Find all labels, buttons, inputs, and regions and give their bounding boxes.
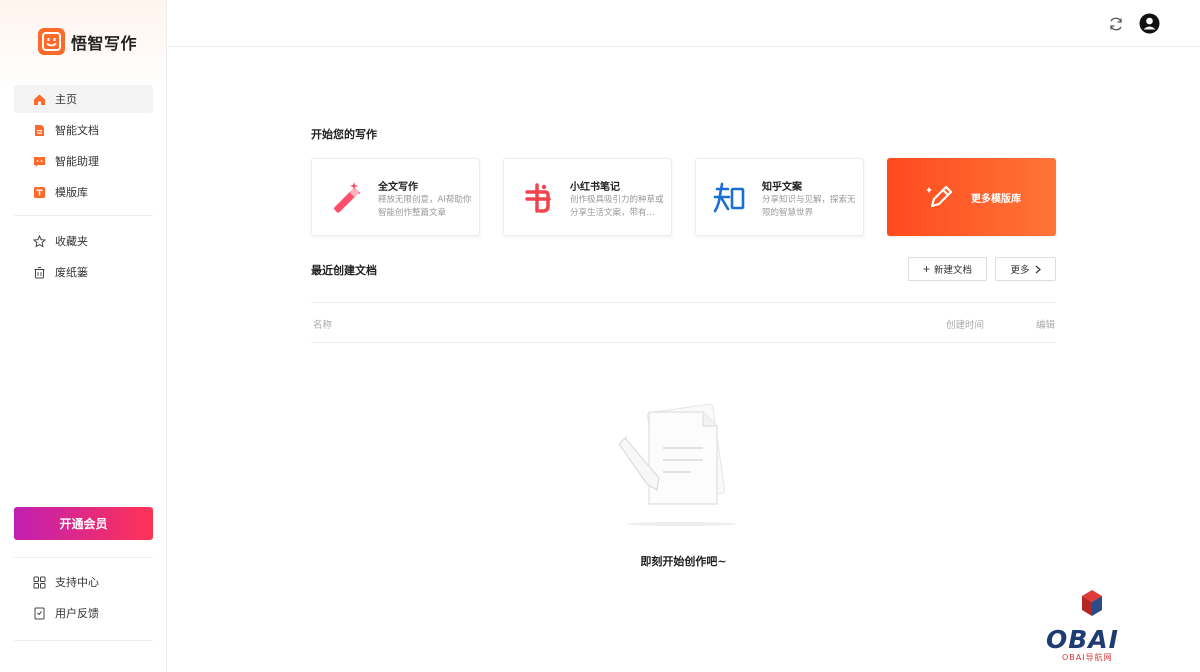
more-button[interactable]: 更多 [995, 257, 1056, 281]
pencil-icon [925, 182, 955, 212]
brand-logo-icon [38, 28, 65, 55]
grid-icon [33, 576, 46, 589]
sidebar-item-home[interactable]: 主页 [14, 85, 153, 113]
more-templates-label: 更多模版库 [971, 194, 1021, 205]
sidebar-item-assistant[interactable]: 智能助理 [14, 147, 153, 175]
sidebar-item-templates[interactable]: 模版库 [14, 178, 153, 206]
card-title: 全文写作 [378, 182, 418, 193]
sidebar-item-label: 废纸篓 [55, 266, 88, 279]
card-full-writing[interactable]: 全文写作 释放无限创意，AI帮助你智能创作整篇文章 [311, 158, 480, 236]
sidebar-item-label: 模版库 [55, 186, 88, 199]
brand-name: 悟智写作 [71, 33, 138, 53]
vip-button[interactable]: 开通会员 [14, 507, 153, 540]
empty-illustration [611, 400, 751, 530]
sidebar-item-label: 收藏夹 [55, 235, 88, 248]
card-zhihu[interactable]: 知乎文案 分享知识与见解，探索无限的智慧世界 [695, 158, 864, 236]
secondary-nav: 收藏夹 废纸篓 [14, 227, 153, 289]
template-icon [33, 186, 46, 199]
new-document-button[interactable]: + 新建文档 [908, 257, 987, 281]
watermark-subtext: OBAI导航网 [1062, 653, 1113, 662]
column-created: 创建时间 [946, 320, 985, 331]
magic-wand-icon [328, 180, 364, 216]
sidebar: 悟智写作 主页 智能文档 智能助理 模版库 收藏夹 废纸篓 开通会员 支持中心 … [0, 0, 167, 672]
documents-table-header: 名称 创建时间 编辑 [311, 302, 1056, 343]
empty-state-text: 即刻开始创作吧~ [640, 555, 727, 568]
chevron-right-icon [1035, 265, 1041, 274]
sidebar-item-label: 用户反馈 [55, 607, 99, 620]
more-label: 更多 [1010, 265, 1030, 276]
start-writing-title: 开始您的写作 [311, 128, 377, 141]
sidebar-item-label: 主页 [55, 93, 77, 106]
topbar [168, 0, 1200, 47]
column-name: 名称 [313, 320, 333, 331]
brand[interactable]: 悟智写作 [38, 28, 137, 55]
assistant-icon [33, 155, 46, 168]
recent-docs-title: 最近创建文档 [311, 264, 377, 277]
card-description: 创作极具吸引力的种草或分享生活文案，带有... [570, 195, 664, 218]
sidebar-item-support[interactable]: 支持中心 [14, 568, 153, 596]
sidebar-item-label: 智能助理 [55, 155, 99, 168]
sidebar-item-favorites[interactable]: 收藏夹 [14, 227, 153, 255]
watermark-text: OBAI [1046, 625, 1119, 654]
sidebar-item-documents[interactable]: 智能文档 [14, 116, 153, 144]
column-edit: 编辑 [1036, 320, 1056, 331]
card-description: 分享知识与见解，探索无限的智慧世界 [762, 195, 856, 218]
trash-icon [33, 266, 46, 279]
user-avatar-icon[interactable] [1139, 13, 1160, 34]
sidebar-item-trash[interactable]: 废纸篓 [14, 258, 153, 286]
xiaohongshu-icon [520, 180, 556, 216]
home-icon [33, 93, 46, 106]
primary-nav: 主页 智能文档 智能助理 模版库 [14, 85, 153, 209]
card-title: 知乎文案 [762, 182, 802, 193]
sidebar-item-feedback[interactable]: 用户反馈 [14, 599, 153, 627]
refresh-icon[interactable] [1105, 13, 1126, 34]
feedback-icon [33, 607, 46, 620]
sidebar-divider [14, 215, 153, 216]
zhihu-icon [712, 180, 748, 216]
star-icon [33, 234, 46, 248]
new-document-label: 新建文档 [934, 265, 973, 276]
sidebar-divider [14, 557, 153, 558]
card-xiaohongshu[interactable]: 小红书笔记 创作极具吸引力的种草或分享生活文案，带有... [503, 158, 672, 236]
card-title: 小红书笔记 [570, 182, 620, 193]
writing-cards: 全文写作 释放无限创意，AI帮助你智能创作整篇文章 小红书笔记 创作极具吸引力的… [311, 158, 1056, 236]
card-more-templates[interactable]: 更多模版库 [887, 158, 1056, 236]
card-description: 释放无限创意，AI帮助你智能创作整篇文章 [378, 195, 472, 218]
footer-nav: 支持中心 用户反馈 [14, 568, 153, 630]
sidebar-item-label: 智能文档 [55, 124, 99, 137]
sidebar-divider [14, 640, 153, 641]
document-icon [33, 124, 46, 137]
sidebar-item-label: 支持中心 [55, 576, 99, 589]
plus-icon: + [922, 262, 930, 276]
